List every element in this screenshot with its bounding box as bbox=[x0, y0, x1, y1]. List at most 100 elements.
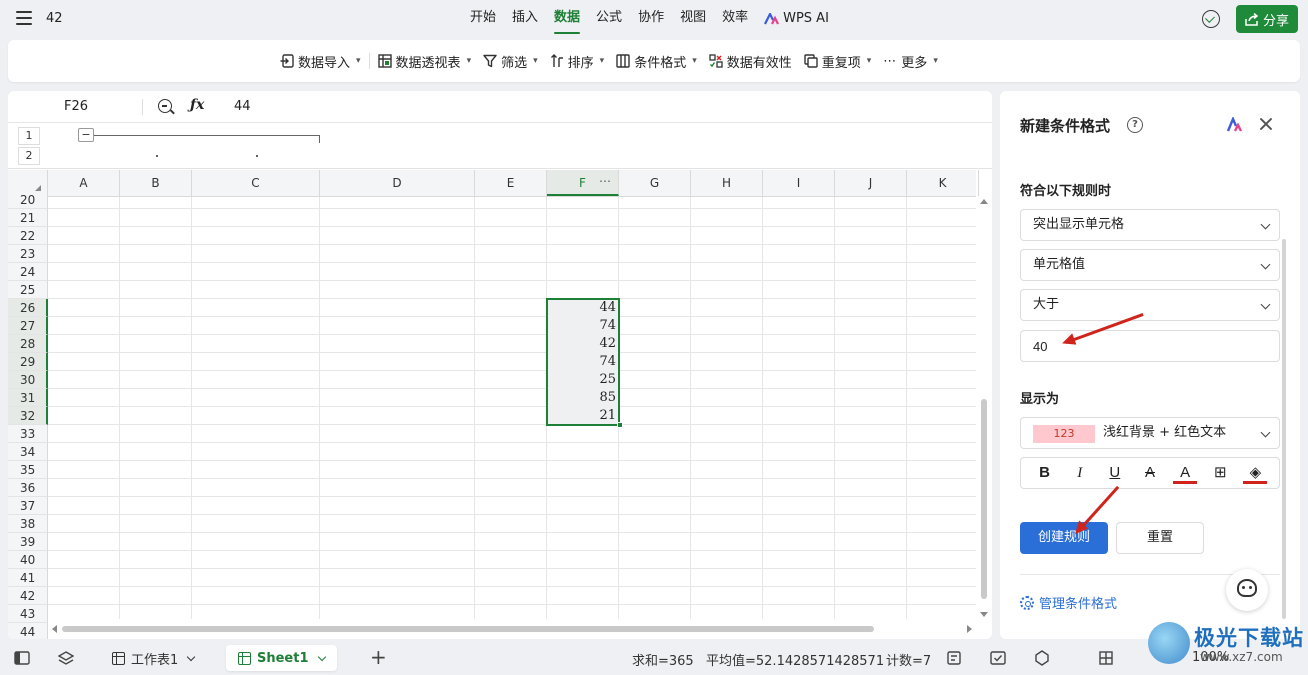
tab-formula[interactable]: 公式 bbox=[588, 0, 630, 38]
scroll-right-icon[interactable] bbox=[967, 625, 972, 633]
selection-range[interactable] bbox=[546, 298, 620, 426]
manage-conditional-format-link[interactable]: 管理条件格式 bbox=[1020, 593, 1117, 612]
rule-type-select[interactable]: 突出显示单元格 bbox=[1020, 209, 1280, 241]
row-header-38[interactable]: 38 bbox=[8, 515, 48, 533]
more-button[interactable]: ⋯ 更多 ▾ bbox=[877, 47, 944, 75]
column-header-i[interactable]: I bbox=[763, 170, 835, 196]
row-header-35[interactable]: 35 bbox=[8, 461, 48, 479]
row-header-33[interactable]: 33 bbox=[8, 425, 48, 443]
assistant-avatar-icon[interactable] bbox=[1226, 569, 1268, 611]
tab-efficiency[interactable]: 效率 bbox=[714, 0, 756, 38]
duplicates-button[interactable]: 重复项 ▾ bbox=[798, 47, 878, 75]
sheet-tab-2[interactable]: Sheet1 bbox=[226, 645, 337, 671]
column-header-h[interactable]: H bbox=[691, 170, 763, 196]
horizontal-scroll-thumb[interactable] bbox=[62, 626, 874, 632]
row-header-29[interactable]: 29 bbox=[8, 353, 48, 371]
strikethrough-icon[interactable]: A bbox=[1138, 461, 1162, 485]
cloud-sync-icon[interactable] bbox=[1202, 10, 1220, 28]
column-header-g[interactable]: G bbox=[619, 170, 691, 196]
row-header-25[interactable]: 25 bbox=[8, 281, 48, 299]
row-header-27[interactable]: 27 bbox=[8, 317, 48, 335]
cell-grid[interactable]: 44 74 42 74 25 85 21 bbox=[48, 197, 976, 619]
italic-icon[interactable]: I bbox=[1068, 461, 1092, 485]
condition-field-select[interactable]: 单元格值 bbox=[1020, 249, 1280, 281]
row-header-44[interactable]: 44 bbox=[8, 623, 48, 639]
menu-icon[interactable] bbox=[16, 11, 32, 25]
bold-icon[interactable]: B bbox=[1033, 461, 1057, 485]
display-style-select[interactable]: 123 浅红背景 + 红色文本 bbox=[1020, 417, 1280, 449]
panel-scrollbar[interactable] bbox=[1282, 239, 1286, 619]
conditional-format-button[interactable]: 条件格式 ▾ bbox=[610, 47, 703, 75]
wps-ai-icon[interactable] bbox=[1226, 117, 1242, 133]
fill-color-icon[interactable]: ◈ bbox=[1243, 462, 1268, 484]
protect-icon[interactable] bbox=[1034, 650, 1050, 666]
column-header-d[interactable]: D bbox=[320, 170, 475, 196]
row-header-22[interactable]: 22 bbox=[8, 227, 48, 245]
create-rule-button[interactable]: 创建规则 bbox=[1020, 522, 1108, 554]
row-header-26[interactable]: 26 bbox=[8, 299, 48, 317]
zoom-out-icon[interactable] bbox=[158, 99, 172, 113]
freeze-pane-icon[interactable] bbox=[1098, 650, 1114, 666]
row-header-31[interactable]: 31 bbox=[8, 389, 48, 407]
tab-data[interactable]: 数据 bbox=[546, 0, 588, 38]
function-icon[interactable]: ƒx bbox=[190, 97, 204, 113]
row-header-24[interactable]: 24 bbox=[8, 263, 48, 281]
outline-level-1-button[interactable]: 1 bbox=[18, 127, 40, 145]
add-sheet-button[interactable]: + bbox=[370, 647, 387, 667]
fill-handle[interactable] bbox=[617, 422, 623, 428]
name-box[interactable]: F26 bbox=[64, 99, 88, 114]
row-header-37[interactable]: 37 bbox=[8, 497, 48, 515]
row-header-36[interactable]: 36 bbox=[8, 479, 48, 497]
column-header-a[interactable]: A bbox=[48, 170, 120, 196]
collapse-group-button[interactable]: − bbox=[78, 128, 94, 142]
font-color-icon[interactable]: A bbox=[1173, 462, 1198, 484]
column-header-j[interactable]: J bbox=[835, 170, 907, 196]
column-header-c[interactable]: C bbox=[192, 170, 320, 196]
underline-icon[interactable]: U bbox=[1103, 461, 1127, 485]
vertical-scrollbar[interactable] bbox=[976, 197, 992, 619]
row-header-28[interactable]: 28 bbox=[8, 335, 48, 353]
stats-dropdown-icon[interactable] bbox=[946, 650, 962, 666]
row-header-21[interactable]: 21 bbox=[8, 209, 48, 227]
document-name[interactable]: 42 bbox=[46, 11, 63, 26]
row-header-40[interactable]: 40 bbox=[8, 551, 48, 569]
column-more-icon[interactable]: ⋯ bbox=[599, 168, 612, 194]
vertical-scroll-thumb[interactable] bbox=[981, 399, 987, 599]
tab-view[interactable]: 视图 bbox=[672, 0, 714, 38]
outline-level-2-button[interactable]: 2 bbox=[18, 147, 40, 165]
horizontal-scrollbar[interactable] bbox=[48, 621, 976, 637]
reset-button[interactable]: 重置 bbox=[1116, 522, 1204, 554]
tab-collaborate[interactable]: 协作 bbox=[630, 0, 672, 38]
scroll-down-icon[interactable] bbox=[980, 612, 988, 617]
tab-wps-ai[interactable]: WPS AI bbox=[756, 0, 837, 38]
threshold-input[interactable] bbox=[1020, 330, 1280, 362]
row-header-41[interactable]: 41 bbox=[8, 569, 48, 587]
sort-button[interactable]: 排序 ▾ bbox=[544, 47, 611, 75]
tab-start[interactable]: 开始 bbox=[462, 0, 504, 38]
row-header-34[interactable]: 34 bbox=[8, 443, 48, 461]
sheet-tab-1[interactable]: 工作表1 bbox=[100, 645, 206, 671]
row-header-39[interactable]: 39 bbox=[8, 533, 48, 551]
column-header-e[interactable]: E bbox=[475, 170, 547, 196]
data-validation-button[interactable]: 数据有效性 bbox=[703, 47, 798, 75]
column-header-b[interactable]: B bbox=[120, 170, 192, 196]
row-header-42[interactable]: 42 bbox=[8, 587, 48, 605]
filter-button[interactable]: 筛选 ▾ bbox=[477, 47, 544, 75]
formula-input[interactable]: 44 bbox=[234, 99, 251, 114]
close-icon[interactable] bbox=[1258, 116, 1274, 132]
zoom-level[interactable]: 100% bbox=[1192, 650, 1229, 665]
share-button[interactable]: 分享 bbox=[1236, 5, 1298, 33]
scroll-up-icon[interactable] bbox=[980, 199, 988, 204]
data-import-button[interactable]: 数据导入 ▾ bbox=[274, 47, 367, 75]
operator-select[interactable]: 大于 bbox=[1020, 289, 1280, 321]
scroll-left-icon[interactable] bbox=[52, 625, 57, 633]
row-header-23[interactable]: 23 bbox=[8, 245, 48, 263]
check-view-icon[interactable] bbox=[990, 650, 1006, 666]
row-header-20[interactable]: 20 bbox=[8, 191, 48, 209]
column-header-f[interactable]: F ⋯ bbox=[547, 170, 619, 196]
tab-insert[interactable]: 插入 bbox=[504, 0, 546, 38]
pivot-table-button[interactable]: 数据透视表 ▾ bbox=[372, 47, 478, 75]
row-header-32[interactable]: 32 bbox=[8, 407, 48, 425]
layers-icon[interactable] bbox=[58, 650, 74, 666]
column-header-k[interactable]: K bbox=[907, 170, 979, 196]
